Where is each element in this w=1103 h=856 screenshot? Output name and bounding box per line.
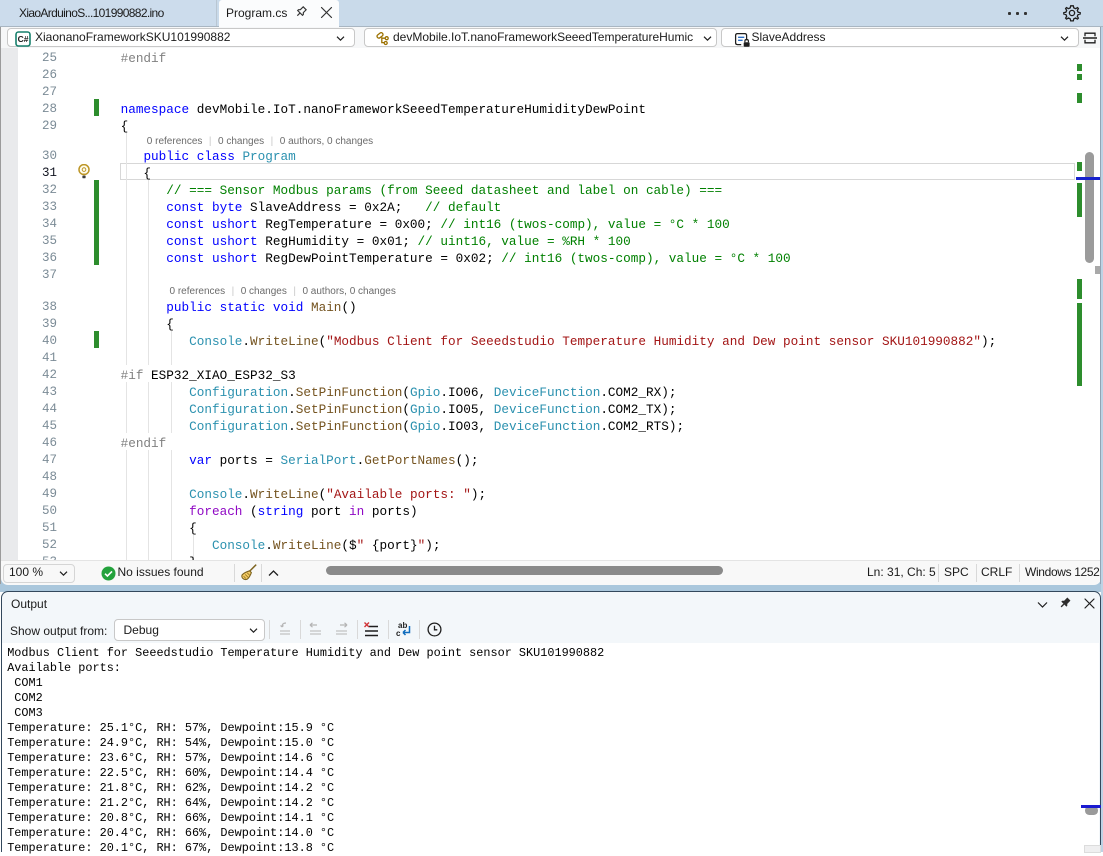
svg-text:C#: C# xyxy=(18,34,29,44)
svg-text:c: c xyxy=(396,629,401,638)
